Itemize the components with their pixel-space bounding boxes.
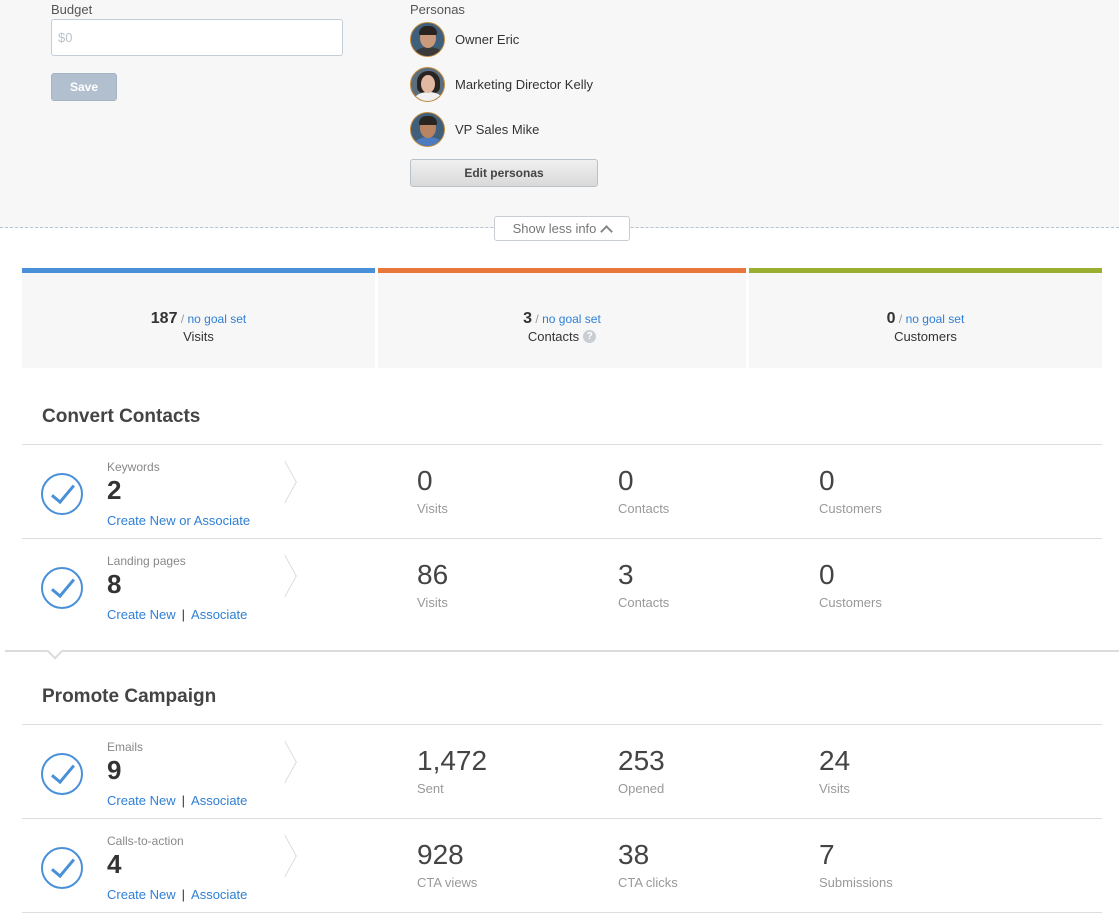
asset-row-emails: Emails 9 Create New | Associate 1,472 Sent … (22, 725, 1102, 818)
stat-value: 1,472 (417, 745, 488, 776)
asset-count: 2 (107, 475, 122, 505)
divider (22, 912, 1102, 913)
save-button[interactable]: Save (51, 73, 117, 101)
section-title-convert-contacts: Convert Contacts (42, 406, 201, 427)
stat-label: Submissions (819, 875, 893, 890)
stat-value: 0 (819, 559, 835, 590)
goal-link[interactable]: no goal set (188, 312, 247, 326)
chevron-right-icon (273, 460, 297, 504)
create-new-or-associate-link[interactable]: Create New or Associate (107, 513, 250, 528)
goal-label: Customers (894, 329, 957, 344)
stat-value: 253 (618, 745, 665, 776)
persona-item: Owner Eric (410, 21, 519, 57)
checkmark-circle-icon (41, 567, 83, 609)
help-icon[interactable]: ? (583, 330, 597, 343)
stat-label: CTA views (417, 875, 478, 890)
persona-name: Marketing Director Kelly (455, 76, 593, 92)
create-new-link[interactable]: Create New (107, 887, 176, 902)
personas-label: Personas (410, 2, 465, 17)
stat-value: 0 (618, 465, 634, 496)
asset-row-calls-to-action: Calls-to-action 4 Create New | Associate 9… (22, 819, 1102, 912)
stat-label: Contacts (618, 595, 670, 610)
associate-link[interactable]: Associate (191, 887, 247, 902)
goal-label: Contacts (527, 329, 580, 344)
stat-value: 7 (819, 839, 835, 870)
create-new-link[interactable]: Create New (107, 607, 176, 622)
budget-input[interactable] (51, 19, 343, 56)
campaign-info-panel: Budget Save Personas Owner Eric Marketin… (0, 0, 1119, 228)
goal-color-bar (749, 268, 1102, 273)
associate-link[interactable]: Associate (191, 607, 247, 622)
stat-value: 0 (417, 465, 433, 496)
link-separator: | (181, 887, 186, 902)
avatar (410, 21, 445, 57)
asset-row-landing-pages: Landing pages 8 Create New | Associate 86 V… (22, 539, 1102, 632)
goal-color-bar (22, 268, 375, 273)
asset-type: Landing pages (107, 554, 186, 568)
goal-card-visits: 187 / no goal set Visits (22, 268, 375, 368)
goal-label: Visits (183, 329, 214, 344)
goal-value: 0 (886, 310, 896, 327)
asset-type: Keywords (107, 460, 160, 474)
budget-label: Budget (51, 2, 93, 17)
stat-label: Customers (819, 595, 882, 610)
checkmark-circle-icon (41, 753, 83, 795)
goal-link[interactable]: no goal set (906, 312, 965, 326)
persona-item: VP Sales Mike (410, 111, 539, 147)
section-title-promote-campaign: Promote Campaign (42, 686, 217, 707)
asset-count: 9 (107, 755, 122, 785)
stat-value: 86 (417, 559, 449, 590)
avatar (410, 66, 445, 102)
stat-label: CTA clicks (618, 875, 678, 890)
goal-value: 3 (523, 310, 533, 327)
stat-value: 24 (819, 745, 851, 776)
goal-link[interactable]: no goal set (542, 312, 601, 326)
asset-type: Calls-to-action (107, 834, 184, 848)
asset-type: Emails (107, 740, 144, 754)
stat-value: 38 (618, 839, 650, 870)
show-less-label: Show less info (512, 221, 597, 236)
goal-card-contacts: 3 / no goal set Contacts? (378, 268, 746, 368)
stat-label: Visits (417, 501, 448, 516)
chevron-right-icon (273, 740, 297, 784)
chevron-up-icon (600, 224, 614, 238)
stat-value: 3 (618, 559, 634, 590)
show-less-info-button[interactable]: Show less info (494, 216, 630, 241)
link-separator: | (181, 607, 186, 622)
stat-value: 928 (417, 839, 464, 870)
goal-card-customers: 0 / no goal set Customers (749, 268, 1102, 368)
stat-label: Contacts (618, 501, 670, 516)
checkmark-circle-icon (41, 473, 83, 515)
persona-item: Marketing Director Kelly (410, 66, 593, 102)
link-separator: | (181, 793, 186, 808)
asset-count: 4 (107, 849, 122, 879)
goal-color-bar (378, 268, 746, 273)
avatar (410, 111, 445, 147)
chevron-right-icon (273, 554, 297, 598)
persona-name: VP Sales Mike (455, 121, 540, 137)
persona-name: Owner Eric (455, 31, 520, 47)
create-new-link[interactable]: Create New (107, 793, 176, 808)
stat-label: Sent (417, 781, 444, 796)
chevron-right-icon (273, 834, 297, 878)
stat-label: Visits (819, 781, 850, 796)
section-divider (5, 650, 1119, 652)
associate-link[interactable]: Associate (191, 793, 247, 808)
checkmark-circle-icon (41, 847, 83, 889)
edit-personas-button[interactable]: Edit personas (410, 159, 598, 187)
asset-row-keywords: Keywords 2 Create New or Associate 0 Visi… (22, 445, 1102, 538)
stat-value: 0 (819, 465, 835, 496)
goal-value: 187 (150, 310, 178, 327)
stat-label: Visits (417, 595, 448, 610)
asset-count: 8 (107, 569, 122, 599)
stat-label: Customers (819, 501, 882, 516)
stat-label: Opened (618, 781, 665, 796)
divider-notch (46, 642, 64, 660)
